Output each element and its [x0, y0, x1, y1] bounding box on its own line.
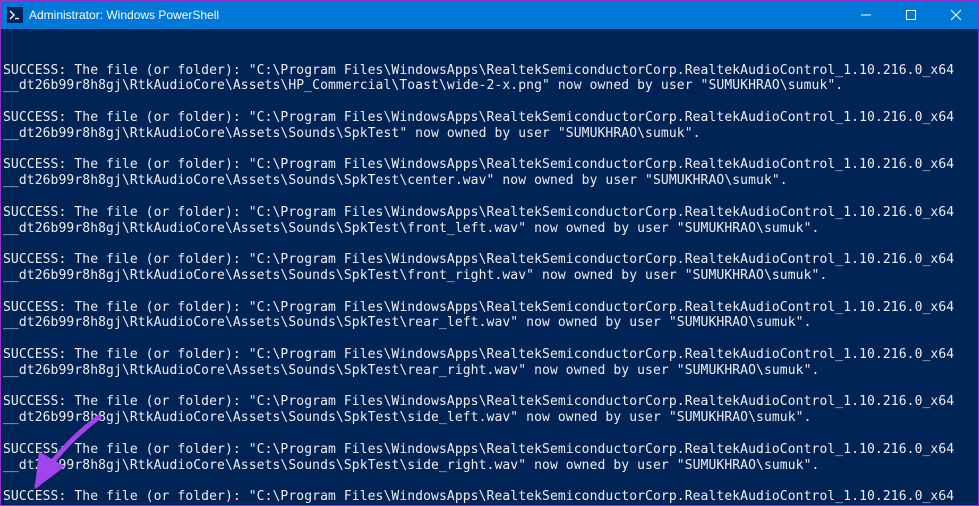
maximize-icon [906, 10, 916, 20]
output-entry: SUCCESS: The file (or folder): "C:\Progr… [3, 157, 978, 189]
powershell-window: Administrator: Windows PowerShell SUCCES… [0, 0, 979, 506]
output-entry: SUCCESS: The file (or folder): "C:\Progr… [3, 252, 978, 284]
title-bar[interactable]: Administrator: Windows PowerShell [1, 1, 978, 29]
powershell-icon [7, 7, 23, 23]
output-entry: SUCCESS: The file (or folder): "C:\Progr… [3, 63, 978, 95]
maximize-button[interactable] [888, 1, 933, 29]
output-entry: SUCCESS: The file (or folder): "C:\Progr… [3, 394, 978, 426]
output-entry: SUCCESS: The file (or folder): "C:\Progr… [3, 347, 978, 379]
window-title: Administrator: Windows PowerShell [29, 8, 843, 22]
terminal-output[interactable]: SUCCESS: The file (or folder): "C:\Progr… [1, 29, 978, 505]
close-icon [951, 10, 961, 20]
output-entry: SUCCESS: The file (or folder): "C:\Progr… [3, 442, 978, 474]
output-entry: SUCCESS: The file (or folder): "C:\Progr… [3, 489, 978, 505]
output-entry: SUCCESS: The file (or folder): "C:\Progr… [3, 205, 978, 237]
close-button[interactable] [933, 1, 978, 29]
minimize-icon [861, 10, 871, 20]
window-controls [843, 1, 978, 29]
output-entry: SUCCESS: The file (or folder): "C:\Progr… [3, 110, 978, 142]
minimize-button[interactable] [843, 1, 888, 29]
output-entry: SUCCESS: The file (or folder): "C:\Progr… [3, 300, 978, 332]
